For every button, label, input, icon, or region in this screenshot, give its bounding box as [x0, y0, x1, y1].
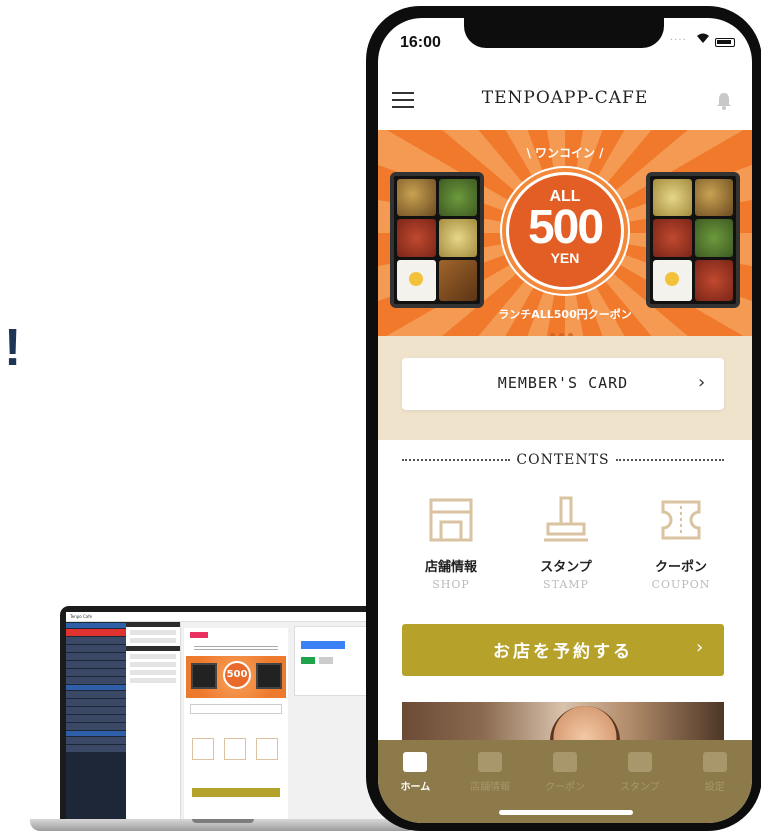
- laptop-notch: [192, 819, 254, 823]
- tile-shop-sub: SHOP: [432, 578, 470, 591]
- member-card-section: MEMBER'S CARD ›: [378, 336, 752, 440]
- tab-settings[interactable]: 設定: [677, 740, 752, 823]
- tile-stamp[interactable]: スタンプ STAMP: [511, 488, 621, 598]
- stamp-icon: [544, 496, 588, 542]
- phone-screen: 16:00 ···· TENPOAPP-CAFE \ ワンコイン / ALL 5…: [378, 18, 752, 823]
- phone-notch: [464, 18, 664, 48]
- promo-banner[interactable]: \ ワンコイン / ALL 500 YEN ランチALL500円クーポン: [378, 130, 752, 336]
- banner-top-text: \ ワンコイン /: [526, 146, 604, 160]
- tab-coupon-label: クーポン: [544, 782, 585, 793]
- reserve-label: お店を予約する: [493, 642, 633, 662]
- tab-home-label: ホーム: [400, 782, 431, 793]
- tile-coupon-sub: COUPON: [651, 578, 711, 591]
- shop-icon: [429, 498, 473, 542]
- battery-icon: [715, 38, 735, 47]
- exclamation-mark: !: [4, 319, 22, 377]
- laptop-window-title: Tenpo Cafe: [70, 614, 93, 619]
- app-header: TENPOAPP-CAFE: [378, 72, 752, 128]
- tile-stamp-label: スタンプ: [540, 560, 592, 575]
- member-card-label: MEMBER'S CARD: [497, 374, 629, 392]
- home-indicator[interactable]: [499, 810, 633, 815]
- badge-price: 500: [527, 201, 604, 254]
- stamp-icon: [627, 752, 652, 772]
- chevron-right-icon: ›: [698, 372, 706, 393]
- banner-caption: ランチALL500円クーポン: [498, 308, 632, 321]
- price-badge: ALL 500 YEN: [506, 172, 624, 290]
- tile-stamp-sub: STAMP: [543, 578, 589, 591]
- tab-home[interactable]: ホーム: [378, 740, 453, 823]
- laptop-preview-price: 500: [223, 661, 251, 689]
- tile-shop-label: 店舗情報: [424, 560, 477, 575]
- laptop-topbar: Tenpo Cafe: [66, 612, 401, 622]
- status-time: 16:00: [400, 34, 441, 51]
- contents-tiles: 店舗情報 SHOP スタンプ STAMP クーポン COUPON: [396, 488, 736, 598]
- tile-coupon[interactable]: クーポン COUPON: [626, 488, 736, 598]
- laptop-screen: Tenpo Cafe 500: [66, 612, 401, 820]
- map-pin-icon: [478, 752, 503, 772]
- carousel-pager[interactable]: [548, 323, 575, 336]
- contents-heading: CONTENTS: [402, 450, 724, 470]
- phone-mockup: 16:00 ···· TENPOAPP-CAFE \ ワンコイン / ALL 5…: [366, 6, 761, 831]
- settings-icon: [702, 752, 727, 772]
- laptop-settings-column: [126, 622, 181, 820]
- member-card-button[interactable]: MEMBER'S CARD ›: [402, 358, 724, 410]
- reserve-button[interactable]: お店を予約する ›: [402, 624, 724, 676]
- tile-coupon-label: クーポン: [654, 560, 707, 575]
- laptop-app-preview: 500: [184, 628, 288, 820]
- signal-icon: ····: [670, 35, 687, 46]
- bell-icon[interactable]: [716, 92, 732, 110]
- laptop-sidebar: [66, 622, 126, 820]
- laptop-bezel: Tenpo Cafe 500: [60, 606, 407, 820]
- laptop-mockup: Tenpo Cafe 500: [30, 606, 417, 831]
- coupon-icon: [661, 500, 701, 540]
- app-title: TENPOAPP-CAFE: [481, 88, 649, 108]
- bento-box-image: [646, 172, 740, 308]
- tab-shop-label: 店舗情報: [470, 782, 511, 793]
- tab-stamp-label: スタンプ: [619, 782, 660, 793]
- coupon-icon: [552, 752, 577, 772]
- home-icon: [403, 752, 428, 772]
- bento-box-image: [390, 172, 484, 308]
- tab-settings-label: 設定: [704, 782, 725, 793]
- wifi-icon: [696, 33, 710, 48]
- badge-unit: YEN: [550, 250, 580, 266]
- contents-heading-text: CONTENTS: [516, 452, 610, 468]
- chevron-right-icon: ›: [696, 637, 704, 658]
- tile-shop[interactable]: 店舗情報 SHOP: [396, 488, 506, 598]
